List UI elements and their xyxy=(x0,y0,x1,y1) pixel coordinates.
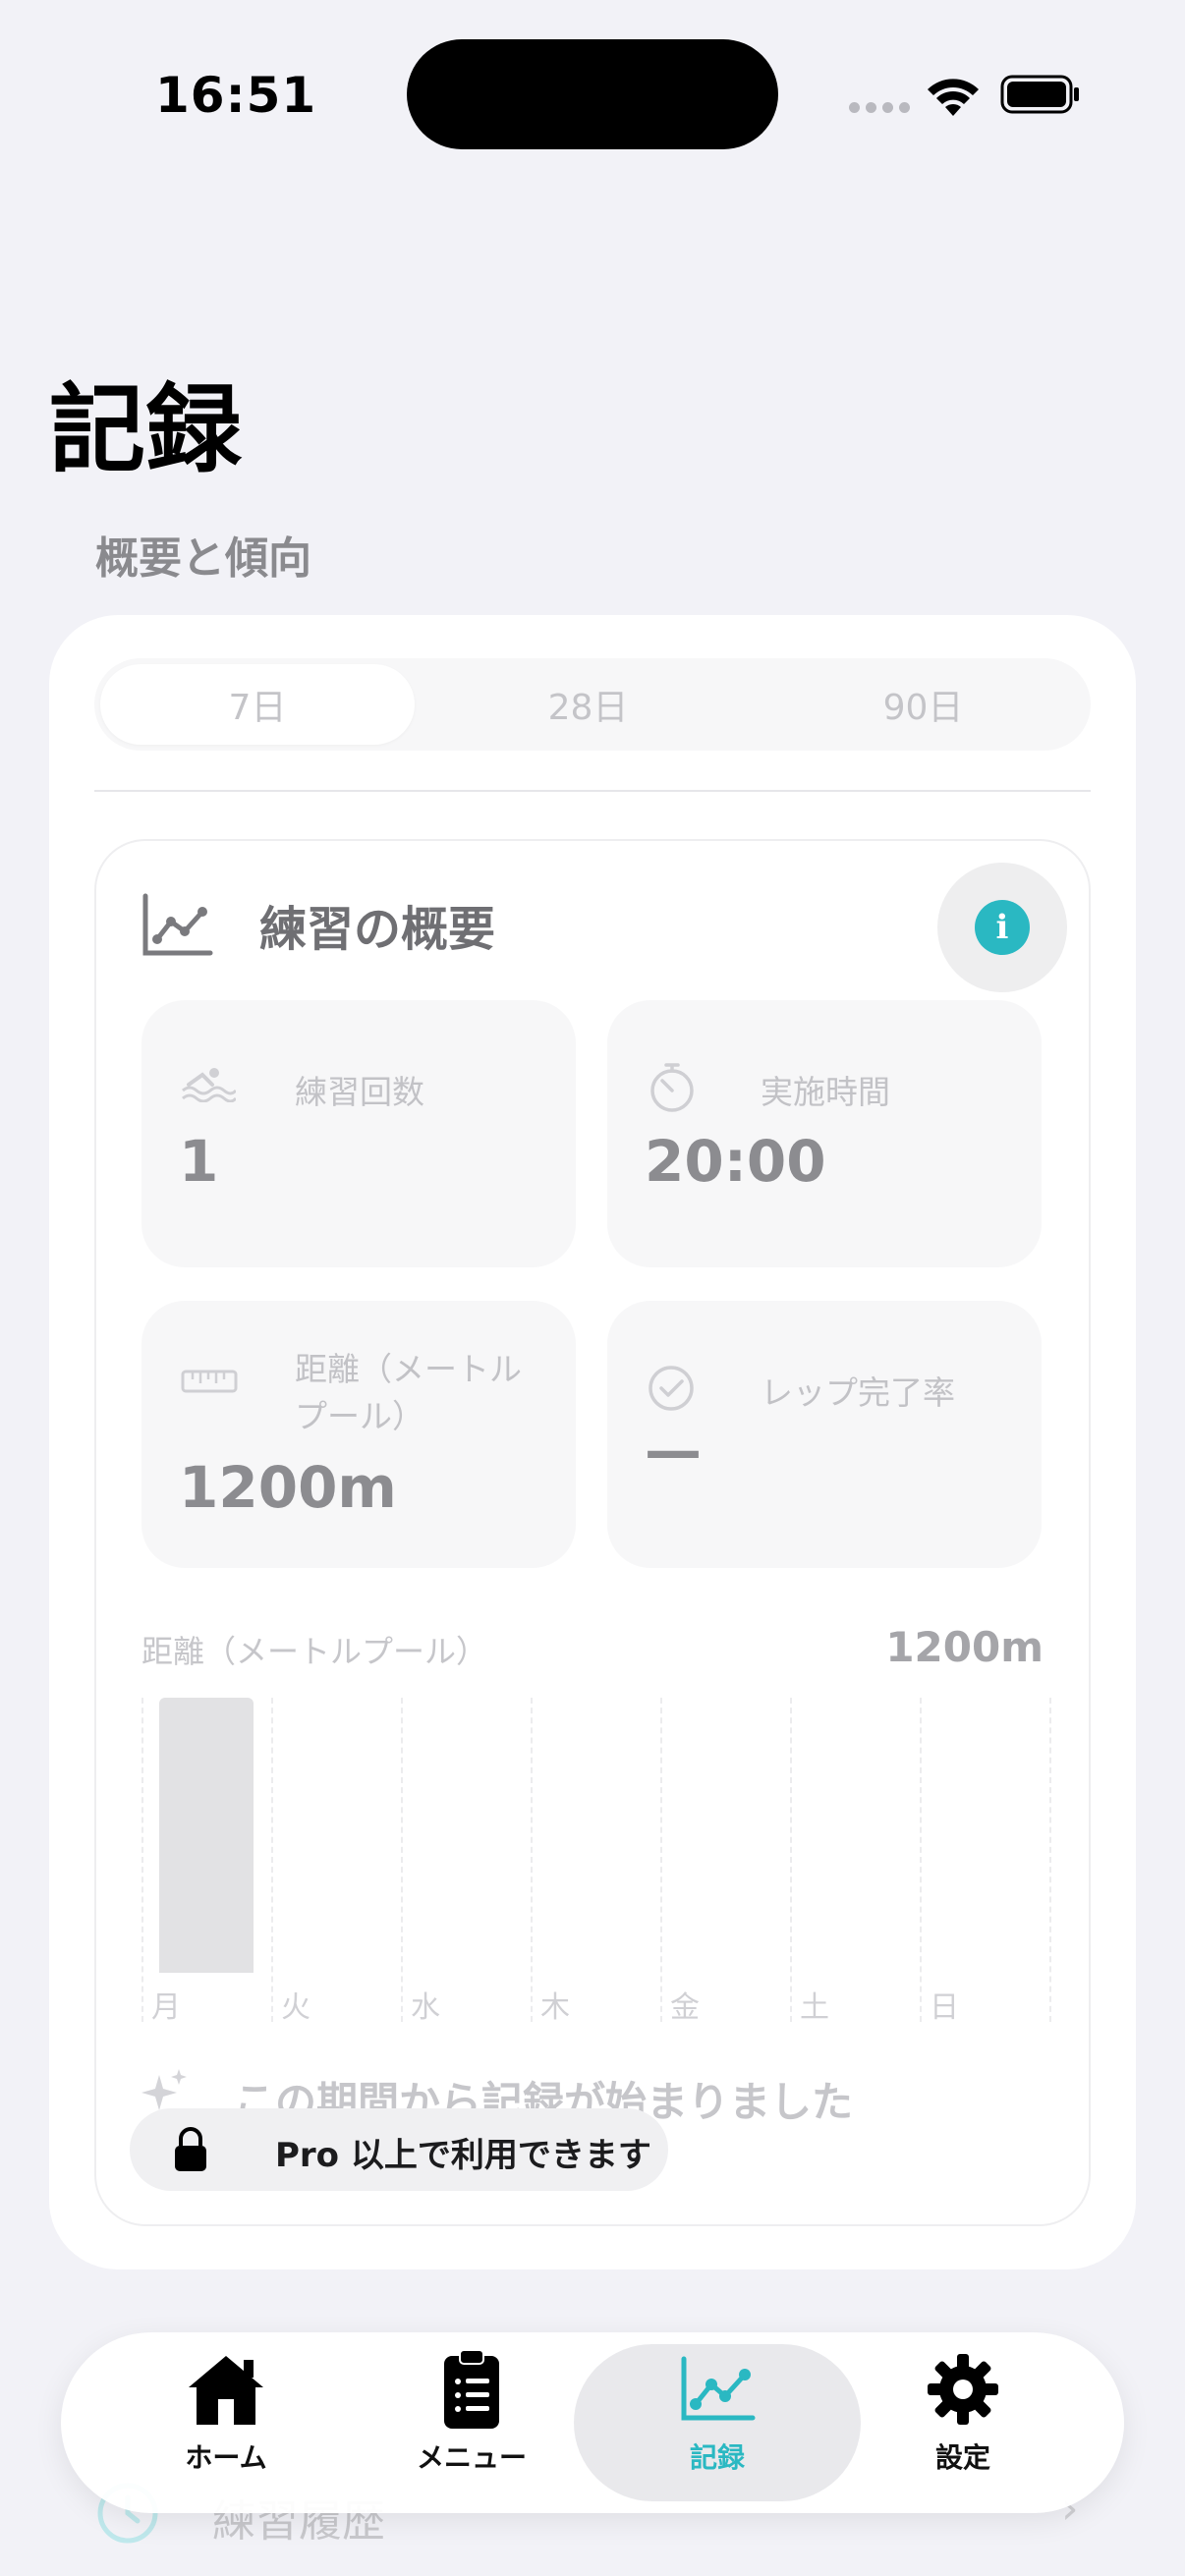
battery-icon xyxy=(1000,75,1079,114)
swimmer-icon xyxy=(182,1068,236,1102)
chart-x-tick: 水 xyxy=(411,1990,440,2025)
wifi-icon xyxy=(928,79,979,116)
pro-lock-text: Pro 以上で利用できます xyxy=(275,2136,651,2175)
section-label: 概要と傾向 xyxy=(95,533,311,584)
chart-x-tick: 金 xyxy=(670,1990,700,2025)
chart-gridline xyxy=(401,1698,403,2022)
info-icon: i xyxy=(975,900,1030,955)
chart-gridline xyxy=(1049,1698,1051,2022)
status-time: 16:51 xyxy=(155,67,317,124)
chart-x-tick: 火 xyxy=(281,1990,310,2025)
tab-label: ホーム xyxy=(185,2441,267,2474)
chart-title: 距離（メートルプール） xyxy=(141,1633,488,1670)
stat-completion: レップ完了率 — xyxy=(607,1301,1042,1568)
stat-value: 1200m xyxy=(179,1454,397,1521)
tab-label: メニュー xyxy=(416,2441,527,2474)
gear-icon xyxy=(928,2354,998,2425)
cellular-signal-icon xyxy=(849,102,910,113)
clipboard-list-icon xyxy=(444,2349,499,2429)
stat-value: 20:00 xyxy=(645,1128,826,1195)
chart-x-tick: 木 xyxy=(540,1990,570,2025)
stat-value: 1 xyxy=(179,1128,219,1195)
chart-x-tick: 月 xyxy=(151,1990,181,2025)
period-segmented-control: 7日 28日 90日 xyxy=(94,658,1091,751)
stat-distance: 距離（メートルプール） 1200m xyxy=(141,1301,576,1568)
dynamic-island xyxy=(407,39,778,149)
chart-line-icon xyxy=(681,2356,756,2421)
divider xyxy=(94,790,1091,792)
tab-records[interactable]: 記録 xyxy=(574,2344,861,2501)
chart-total: 1200m xyxy=(885,1623,1044,1671)
pro-lock-banner[interactable]: Pro 以上で利用できます xyxy=(130,2108,668,2191)
timer-icon xyxy=(650,1063,694,1112)
tab-menu[interactable]: メニュー xyxy=(328,2344,615,2501)
chart-x-tick: 日 xyxy=(930,1990,959,2025)
page-title: 記録 xyxy=(49,374,243,486)
chart-x-tick: 土 xyxy=(800,1990,829,2025)
period-tab-7d[interactable]: 7日 xyxy=(100,664,415,745)
tab-settings[interactable]: 設定 xyxy=(819,2344,1106,2501)
period-tab-28d[interactable]: 28日 xyxy=(421,658,756,751)
tab-label: 記録 xyxy=(689,2441,745,2474)
overview-title: 練習の概要 xyxy=(259,902,496,957)
house-icon xyxy=(189,2356,263,2425)
tab-label: 設定 xyxy=(934,2441,990,2474)
stat-duration: 実施時間 20:00 xyxy=(607,1000,1042,1267)
lock-icon xyxy=(175,2127,206,2171)
stat-label: 実施時間 xyxy=(761,1073,890,1111)
chart-gridline xyxy=(660,1698,662,2022)
stat-label: 練習回数 xyxy=(295,1073,424,1111)
tab-home[interactable]: ホーム xyxy=(83,2344,369,2501)
stat-value: — xyxy=(645,1417,702,1484)
info-button[interactable]: i xyxy=(937,863,1067,992)
chart-gridline xyxy=(141,1698,143,2022)
ruler-icon xyxy=(181,1370,238,1393)
chart-gridline xyxy=(271,1698,273,2022)
period-tab-90d[interactable]: 90日 xyxy=(756,658,1091,751)
chart-line-icon xyxy=(142,893,213,956)
status-bar: 16:51 xyxy=(0,0,1185,196)
chart-gridline xyxy=(920,1698,922,2022)
stat-label: レップ完了率 xyxy=(761,1373,955,1412)
distance-bar-chart: 月火水木金土日 xyxy=(141,1698,1051,2032)
check-circle-icon xyxy=(649,1366,694,1411)
chart-gridline xyxy=(790,1698,792,2022)
chart-bar xyxy=(159,1698,254,1973)
tab-bar: ホーム メニュー 記録 設定 xyxy=(61,2332,1124,2513)
chart-gridline xyxy=(531,1698,533,2022)
practice-overview-panel: 練習の概要 i 練習回数 1 実施時間 20:00 距離（メートルプール） 12… xyxy=(94,839,1091,2226)
stat-sessions: 練習回数 1 xyxy=(141,1000,576,1267)
stat-label: 距離（メートルプール） xyxy=(295,1350,522,1435)
summary-card: 7日 28日 90日 練習の概要 i 練習回数 1 実施時間 20:00 距離（… xyxy=(49,615,1136,2269)
